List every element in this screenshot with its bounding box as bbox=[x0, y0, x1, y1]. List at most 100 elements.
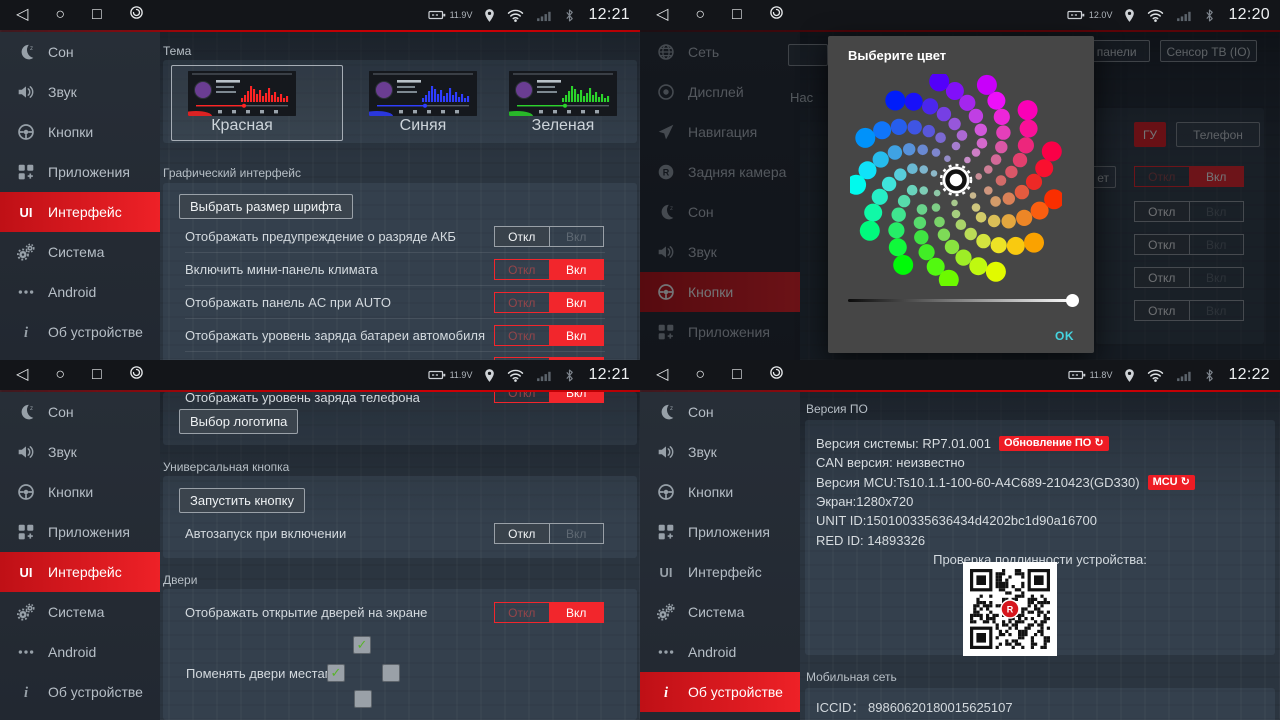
color-dot[interactable] bbox=[970, 192, 977, 199]
recents-icon[interactable]: □ bbox=[92, 0, 102, 30]
color-dot[interactable] bbox=[984, 165, 993, 174]
color-dot[interactable] bbox=[919, 244, 935, 260]
recents-icon[interactable]: □ bbox=[92, 360, 102, 390]
color-dot[interactable] bbox=[1007, 237, 1025, 255]
recents-icon[interactable]: □ bbox=[732, 0, 742, 30]
sidebar-item-moon[interactable]: zСон bbox=[640, 392, 800, 432]
color-dot[interactable] bbox=[991, 237, 1007, 253]
color-dot[interactable] bbox=[892, 208, 906, 222]
color-dot[interactable] bbox=[893, 255, 913, 275]
back-icon[interactable]: ◁ bbox=[656, 360, 668, 390]
color-dot[interactable] bbox=[908, 120, 922, 134]
sidebar-item-gears[interactable]: Система bbox=[640, 592, 800, 632]
toggle-on-label[interactable]: Вкл bbox=[550, 293, 604, 312]
color-dot[interactable] bbox=[996, 125, 1010, 139]
color-dot[interactable] bbox=[898, 195, 910, 207]
color-dot[interactable] bbox=[889, 238, 907, 256]
color-dot[interactable] bbox=[952, 142, 961, 151]
color-dot[interactable] bbox=[975, 173, 982, 180]
sidebar-item-moon[interactable]: zСон bbox=[0, 392, 160, 432]
theme-preview-red[interactable] bbox=[188, 71, 296, 116]
color-dot[interactable] bbox=[969, 257, 987, 275]
door-checkbox-front[interactable]: ✓ bbox=[353, 636, 371, 654]
toggle-show-doors[interactable]: ОтклВкл bbox=[494, 602, 604, 623]
color-dot[interactable] bbox=[1018, 100, 1038, 120]
sidebar-item-info[interactable]: iОб устройстве bbox=[0, 672, 160, 712]
toggle-on-label[interactable]: Вкл bbox=[550, 260, 604, 279]
color-dot[interactable] bbox=[917, 204, 928, 215]
sidebar-item-gears[interactable]: Система bbox=[0, 232, 160, 272]
color-dot[interactable] bbox=[1026, 174, 1042, 190]
toggle-off-label[interactable]: Откл bbox=[495, 524, 550, 543]
back-icon[interactable]: ◁ bbox=[656, 0, 668, 30]
color-dot[interactable] bbox=[996, 175, 1007, 186]
color-dot[interactable] bbox=[977, 138, 988, 149]
color-dot[interactable] bbox=[976, 234, 990, 248]
toggle[interactable]: ОтклВкл bbox=[494, 226, 604, 247]
theme-preview-blue[interactable] bbox=[369, 71, 477, 116]
color-dot[interactable] bbox=[972, 203, 981, 212]
color-dot[interactable] bbox=[1015, 185, 1029, 199]
sidebar-item-steering[interactable]: Кнопки bbox=[0, 472, 160, 512]
color-dot[interactable] bbox=[988, 215, 1000, 227]
toggle-on-label[interactable]: Вкл bbox=[550, 227, 604, 246]
sidebar-item-sound[interactable]: Звук bbox=[0, 72, 160, 112]
color-dot[interactable] bbox=[934, 190, 941, 197]
value-slider[interactable] bbox=[848, 299, 1074, 302]
color-dot[interactable] bbox=[1002, 214, 1016, 228]
color-dot[interactable] bbox=[937, 107, 951, 121]
color-dot[interactable] bbox=[888, 222, 904, 238]
color-dot[interactable] bbox=[855, 128, 875, 148]
color-dot[interactable] bbox=[860, 221, 880, 241]
color-dot[interactable] bbox=[914, 217, 926, 229]
color-dot[interactable] bbox=[922, 98, 938, 114]
color-dot[interactable] bbox=[951, 200, 958, 207]
sidebar-item-info[interactable]: iОб устройстве bbox=[0, 312, 160, 352]
app-icon[interactable] bbox=[129, 365, 144, 385]
sidebar-item-gears[interactable]: Система bbox=[0, 592, 160, 632]
color-dot[interactable] bbox=[975, 124, 987, 136]
color-dot[interactable] bbox=[882, 177, 896, 191]
run-button[interactable]: Запустить кнопку bbox=[179, 488, 305, 513]
toggle-off-label[interactable]: Откл bbox=[495, 603, 550, 622]
color-dot[interactable] bbox=[931, 170, 938, 177]
color-dot[interactable] bbox=[907, 185, 918, 196]
theme-name-red[interactable]: Красная bbox=[188, 117, 296, 135]
color-dot[interactable] bbox=[1003, 192, 1015, 204]
app-icon[interactable] bbox=[769, 365, 784, 385]
color-dot[interactable] bbox=[965, 228, 977, 240]
color-dot[interactable] bbox=[903, 143, 915, 155]
update-badge[interactable]: MCU↻ bbox=[1148, 475, 1195, 490]
color-dot[interactable] bbox=[987, 92, 1005, 110]
toggle[interactable]: ОтклВкл bbox=[494, 292, 604, 313]
door-checkbox-rear[interactable] bbox=[354, 690, 372, 708]
color-dot[interactable] bbox=[1024, 233, 1044, 253]
color-dot[interactable] bbox=[945, 240, 959, 254]
color-dot[interactable] bbox=[990, 196, 1001, 207]
sidebar-item-sound[interactable]: Звук bbox=[0, 432, 160, 472]
sidebar-item-info[interactable]: iОб устройстве bbox=[640, 672, 800, 712]
home-icon[interactable]: ○ bbox=[695, 360, 705, 390]
color-dot[interactable] bbox=[888, 145, 902, 159]
toggle-on-label[interactable]: Вкл bbox=[550, 603, 604, 622]
color-dot[interactable] bbox=[907, 163, 918, 174]
toggle-autorun[interactable]: ОтклВкл bbox=[494, 523, 604, 544]
color-dot[interactable] bbox=[873, 121, 891, 139]
color-dot[interactable] bbox=[994, 109, 1010, 125]
color-dot[interactable] bbox=[956, 219, 967, 230]
toggle-off-label[interactable]: Откл bbox=[495, 326, 550, 345]
color-dot[interactable] bbox=[1035, 159, 1053, 177]
color-dot[interactable] bbox=[957, 130, 968, 141]
color-dot[interactable] bbox=[948, 118, 960, 130]
color-wheel[interactable] bbox=[850, 74, 1062, 286]
color-dot[interactable] bbox=[914, 230, 928, 244]
theme-name-blue[interactable]: Синяя bbox=[369, 117, 477, 135]
sidebar-item-apps[interactable]: Приложения bbox=[0, 512, 160, 552]
toggle[interactable]: ОтклВкл bbox=[494, 259, 604, 280]
slider-thumb[interactable] bbox=[1066, 294, 1079, 307]
toggle-off-label[interactable]: Откл bbox=[495, 293, 550, 312]
color-dot[interactable] bbox=[955, 250, 971, 266]
sidebar-item-dots[interactable]: Android bbox=[640, 632, 800, 672]
theme-preview-green[interactable] bbox=[509, 71, 617, 116]
color-dot[interactable] bbox=[885, 91, 905, 111]
